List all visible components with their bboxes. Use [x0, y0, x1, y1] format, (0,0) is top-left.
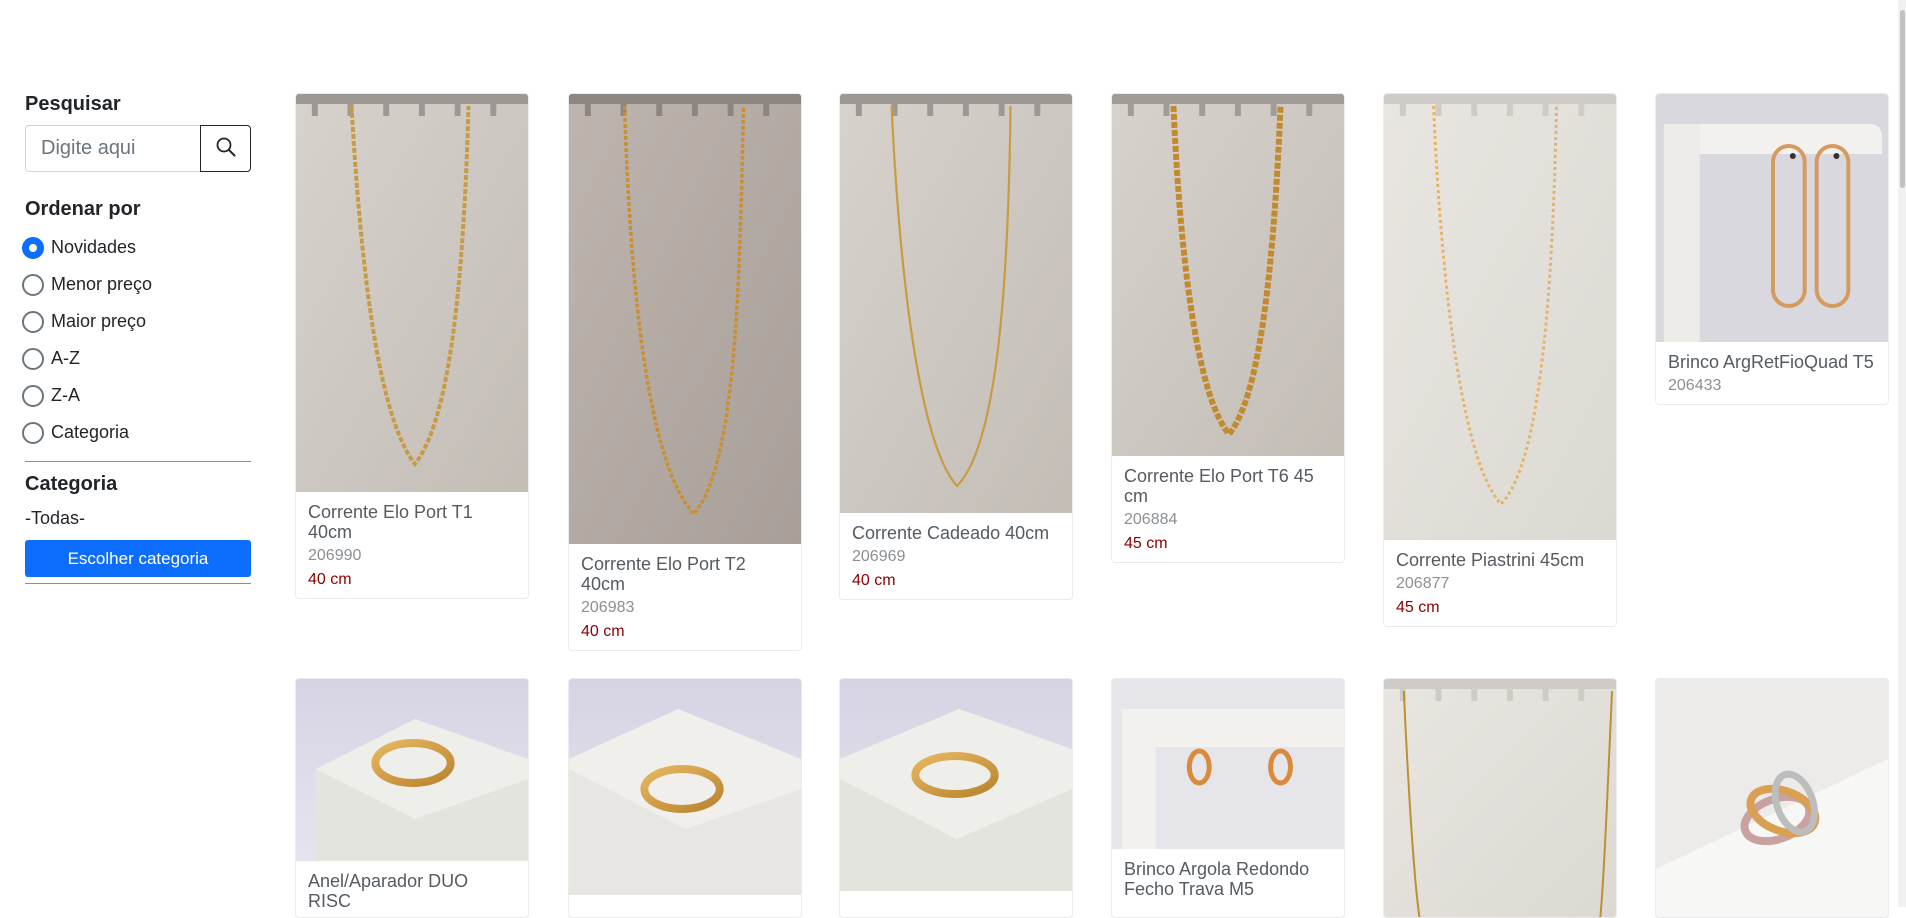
product-info: Corrente Elo Port T6 45 cm 206884 45 cm [1112, 456, 1344, 562]
product-card[interactable] [839, 678, 1073, 918]
product-info: Anel/Aparador DUO RISC [296, 861, 528, 917]
product-card[interactable]: Corrente Elo Port T2 40cm 206983 40 cm [568, 93, 802, 651]
product-image[interactable] [840, 679, 1072, 891]
product-info: Brinco Argola Redondo Fecho Trava M5 [1112, 849, 1344, 907]
product-name[interactable]: Corrente Elo Port T6 45 cm [1124, 466, 1332, 506]
product-image[interactable] [1384, 679, 1616, 917]
sort-option-menor-preco[interactable]: Menor preço [22, 266, 251, 303]
product-card[interactable] [568, 678, 802, 918]
product-info: Corrente Elo Port T1 40cm 206990 40 cm [296, 492, 528, 598]
sort-option-label: Maior preço [51, 311, 147, 331]
product-size: 45 cm [1124, 535, 1168, 552]
product-card[interactable]: Corrente Cadeado 40cm 206969 40 cm [839, 93, 1073, 600]
sort-option-label: Z-A [51, 385, 80, 405]
product-image[interactable] [296, 679, 528, 861]
product-code: 206884 [1124, 511, 1178, 528]
product-image[interactable] [296, 94, 528, 492]
product-card[interactable]: Corrente Elo Port T1 40cm 206990 40 cm [295, 93, 529, 599]
search-icon [216, 137, 236, 160]
product-name[interactable]: Brinco ArgRetFioQuad T5 [1668, 352, 1876, 372]
product-name[interactable]: Corrente Elo Port T1 40cm [308, 502, 516, 542]
product-size: 40 cm [308, 571, 352, 588]
selected-category: -Todas- [25, 508, 86, 528]
product-size: 45 cm [1396, 599, 1440, 616]
product-card[interactable]: Corrente Piastrini 45cm 206877 45 cm [1383, 93, 1617, 627]
product-image[interactable] [1112, 679, 1344, 849]
sort-heading: Ordenar por [25, 198, 141, 220]
sort-option-categoria[interactable]: Categoria [22, 414, 251, 451]
product-info: Corrente Piastrini 45cm 206877 45 cm [1384, 540, 1616, 626]
radio-icon[interactable] [22, 273, 44, 296]
page-scrollbar[interactable] [1898, 0, 1906, 907]
product-card[interactable] [1383, 678, 1617, 918]
product-card[interactable]: Brinco ArgRetFioQuad T5 206433 [1655, 93, 1889, 405]
sort-option-maior-preco[interactable]: Maior preço [22, 303, 251, 340]
product-code: 206983 [581, 599, 635, 616]
radio-icon[interactable] [22, 347, 44, 370]
product-card[interactable]: Corrente Elo Port T6 45 cm 206884 45 cm [1111, 93, 1345, 563]
product-info: Corrente Elo Port T2 40cm 206983 40 cm [569, 544, 801, 650]
product-image[interactable] [1656, 94, 1888, 342]
product-image[interactable] [569, 679, 801, 895]
product-image[interactable] [1656, 679, 1888, 917]
product-card[interactable]: Anel/Aparador DUO RISC [295, 678, 529, 918]
sort-option-novidades[interactable]: Novidades [22, 229, 251, 266]
search-input[interactable] [25, 125, 200, 172]
product-info: Corrente Cadeado 40cm 206969 40 cm [840, 513, 1072, 599]
product-image[interactable] [840, 94, 1072, 513]
sort-option-a-z[interactable]: A-Z [22, 340, 251, 377]
sort-option-label: Menor preço [51, 274, 153, 294]
product-image[interactable] [1384, 94, 1616, 540]
sort-options: Novidades Menor preço Maior preço A-Z Z-… [22, 229, 251, 451]
radio-icon[interactable] [22, 384, 44, 407]
radio-icon[interactable] [22, 421, 44, 444]
product-size: 40 cm [852, 572, 896, 589]
search-button[interactable] [200, 125, 251, 172]
scrollbar-thumb[interactable] [1900, 10, 1905, 188]
product-card[interactable]: Brinco Argola Redondo Fecho Trava M5 [1111, 678, 1345, 918]
product-name[interactable]: Corrente Elo Port T2 40cm [581, 554, 789, 594]
radio-icon[interactable] [22, 310, 44, 333]
category-heading: Categoria [25, 473, 118, 495]
product-card[interactable] [1655, 678, 1889, 918]
product-name[interactable]: Brinco Argola Redondo Fecho Trava M5 [1124, 859, 1332, 899]
sort-option-z-a[interactable]: Z-A [22, 377, 251, 414]
product-name[interactable]: Anel/Aparador DUO RISC [308, 871, 516, 911]
divider [25, 461, 251, 462]
product-name[interactable]: Corrente Cadeado 40cm [852, 523, 1060, 543]
product-image[interactable] [569, 94, 801, 544]
divider [25, 583, 251, 584]
product-code: 206969 [852, 548, 906, 565]
product-code: 206990 [308, 547, 362, 564]
product-name[interactable]: Corrente Piastrini 45cm [1396, 550, 1604, 570]
filter-sidebar: Pesquisar Ordenar por Novidades Menor pr… [22, 90, 251, 584]
sort-option-label: Categoria [51, 422, 130, 442]
product-info: Brinco ArgRetFioQuad T5 206433 [1656, 342, 1888, 404]
search-bar [25, 125, 251, 172]
product-size: 40 cm [581, 623, 625, 640]
search-heading: Pesquisar [25, 93, 121, 115]
choose-category-button[interactable]: Escolher categoria [25, 540, 251, 577]
sort-option-label: Novidades [51, 237, 137, 257]
radio-checked-icon[interactable] [22, 236, 44, 259]
product-code: 206877 [1396, 575, 1450, 592]
sort-option-label: A-Z [51, 348, 80, 368]
product-image[interactable] [1112, 94, 1344, 456]
product-code: 206433 [1668, 377, 1722, 394]
